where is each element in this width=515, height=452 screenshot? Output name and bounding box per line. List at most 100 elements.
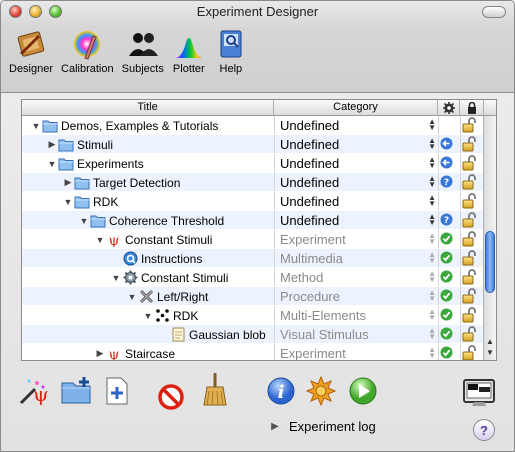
table-row[interactable]: ▼ Constant Stimuli Method ▲ ▼: [22, 268, 484, 287]
status-cell[interactable]: [440, 346, 456, 360]
column-header-title[interactable]: Title: [22, 100, 274, 115]
unlocked-padlock-icon: [462, 345, 476, 360]
toolbar-calibration-button[interactable]: Calibration: [59, 27, 116, 75]
scroll-up-arrow-icon[interactable]: ▲: [486, 337, 494, 346]
toolbar-designer-button[interactable]: Designer: [7, 27, 55, 75]
table-row[interactable]: ▶ Stimuli Undefined ▲ ▼: [22, 135, 484, 154]
vertical-scrollbar[interactable]: ▲ ▼: [483, 116, 496, 360]
validate-button[interactable]: [303, 373, 339, 409]
disclosure-triangle-icon[interactable]: ▶: [46, 139, 58, 150]
column-divider: [460, 325, 461, 343]
toolbar-toggle-button[interactable]: [482, 6, 506, 18]
lock-toggle[interactable]: [462, 136, 478, 153]
quicktime-icon: [122, 251, 138, 266]
category-popup[interactable]: Undefined ▲ ▼: [280, 211, 438, 230]
experiment-log-disclosure[interactable]: ▶ Experiment log: [269, 419, 376, 434]
category-popup[interactable]: Procedure ▲ ▼: [280, 287, 438, 306]
toolbar-help-button[interactable]: Help: [212, 27, 250, 75]
status-cell[interactable]: ?: [440, 175, 456, 190]
category-popup[interactable]: Experiment ▲ ▼: [280, 230, 438, 249]
lock-toggle[interactable]: [462, 288, 478, 305]
category-popup[interactable]: Undefined ▲ ▼: [280, 116, 438, 135]
status-cell[interactable]: [440, 289, 456, 304]
disclosure-triangle-icon[interactable]: ▼: [142, 311, 154, 321]
disclosure-triangle-icon[interactable]: ▼: [46, 159, 58, 169]
disclosure-triangle-icon[interactable]: ▶: [62, 177, 74, 188]
delete-button[interactable]: [153, 379, 189, 415]
window-title: Experiment Designer: [196, 4, 319, 19]
disclosure-triangle-icon[interactable]: ▼: [94, 235, 106, 245]
clean-up-button[interactable]: [197, 371, 233, 407]
popup-stepper-icon: ▲ ▼: [428, 174, 436, 189]
lock-toggle[interactable]: [462, 155, 478, 172]
table-row[interactable]: ▼ Demos, Examples & Tutorials Undefined ▲ ▼: [22, 116, 484, 135]
category-popup[interactable]: Undefined ▲ ▼: [280, 173, 438, 192]
disclosure-triangle-icon[interactable]: ▶: [269, 421, 281, 432]
column-divider: [274, 135, 275, 153]
new-folder-button[interactable]: [59, 373, 95, 409]
unlocked-padlock-icon: [462, 269, 476, 285]
table-row[interactable]: ▼ ψ Constant Stimuli Experiment ▲ ▼: [22, 230, 484, 249]
disclosure-triangle-icon[interactable]: ▼: [30, 121, 42, 131]
disclosure-triangle-icon[interactable]: ▼: [62, 197, 74, 207]
scroll-down-arrow-icon[interactable]: ▼: [486, 348, 494, 357]
column-header-category[interactable]: Category: [274, 100, 438, 115]
disclosure-triangle-icon[interactable]: ▼: [110, 273, 122, 283]
disclosure-triangle-icon[interactable]: ▼: [78, 216, 90, 226]
column-header-status[interactable]: [438, 100, 460, 115]
status-cell[interactable]: [440, 232, 456, 247]
toolbar-plotter-button[interactable]: Plotter: [170, 27, 208, 75]
disclosure-triangle-icon[interactable]: ▼: [126, 292, 138, 302]
table-row[interactable]: Instructions Multimedia ▲ ▼: [22, 249, 484, 268]
scrollbar-thumb[interactable]: [485, 231, 495, 293]
lock-toggle[interactable]: [462, 250, 478, 267]
table-row[interactable]: ▶ ψ Staircase Experiment ▲ ▼: [22, 344, 484, 361]
lock-toggle[interactable]: [462, 212, 478, 229]
column-divider: [460, 154, 461, 172]
table-row[interactable]: ▼ RDK Multi-Elements ▲ ▼: [22, 306, 484, 325]
lock-toggle[interactable]: [462, 117, 478, 134]
category-popup[interactable]: Multimedia ▲ ▼: [280, 249, 438, 268]
status-cell[interactable]: [440, 251, 456, 266]
lock-toggle[interactable]: [462, 345, 478, 360]
column-divider: [460, 230, 461, 248]
unlocked-padlock-icon: [462, 136, 476, 152]
disclosure-triangle-icon[interactable]: ▶: [94, 348, 106, 359]
info-button[interactable]: i: [263, 373, 299, 409]
table-row[interactable]: ▼ Experiments Undefined ▲ ▼: [22, 154, 484, 173]
category-popup[interactable]: Method ▲ ▼: [280, 268, 438, 287]
run-button[interactable]: [345, 373, 381, 409]
column-header-lock[interactable]: [460, 100, 484, 115]
help-button[interactable]: ?: [473, 419, 495, 441]
status-cell[interactable]: [440, 156, 456, 171]
status-cell[interactable]: [440, 137, 456, 152]
category-popup[interactable]: Undefined ▲ ▼: [280, 135, 438, 154]
lock-toggle[interactable]: [462, 307, 478, 324]
new-item-button[interactable]: [99, 373, 135, 409]
category-popup[interactable]: Experiment ▲ ▼: [280, 344, 438, 361]
toolbar-subjects-button[interactable]: Subjects: [120, 27, 166, 75]
experiment-outline-table[interactable]: Title Category ▼ Demos, Examples & Tutori…: [21, 99, 497, 361]
table-row[interactable]: ▶ Target Detection Undefined ▲ ▼?: [22, 173, 484, 192]
status-cell[interactable]: ?: [440, 213, 456, 228]
lock-toggle[interactable]: [462, 193, 478, 210]
display-button[interactable]: [461, 375, 497, 411]
table-row[interactable]: Gaussian blob Visual Stimulus ▲ ▼: [22, 325, 484, 344]
status-cell[interactable]: [440, 308, 456, 323]
lock-toggle[interactable]: [462, 231, 478, 248]
category-popup[interactable]: Visual Stimulus ▲ ▼: [280, 325, 438, 344]
category-popup[interactable]: Undefined ▲ ▼: [280, 154, 438, 173]
status-cell[interactable]: [440, 327, 456, 342]
lock-toggle[interactable]: [462, 174, 478, 191]
table-row[interactable]: ▼ RDK Undefined ▲ ▼: [22, 192, 484, 211]
new-experiment-wand-button[interactable]: ψ: [15, 373, 51, 409]
lock-toggle[interactable]: [462, 269, 478, 286]
status-cell[interactable]: [440, 270, 456, 285]
lock-toggle[interactable]: [462, 326, 478, 343]
status-cell: [440, 194, 456, 209]
table-row[interactable]: ▼ Coherence Threshold Undefined ▲ ▼?: [22, 211, 484, 230]
category-popup[interactable]: Undefined ▲ ▼: [280, 192, 438, 211]
category-popup[interactable]: Multi-Elements ▲ ▼: [280, 306, 438, 325]
table-row[interactable]: ▼ Left/Right Procedure ▲ ▼: [22, 287, 484, 306]
toolbar: Designer Calibration Subjects Plotter He…: [7, 27, 250, 75]
